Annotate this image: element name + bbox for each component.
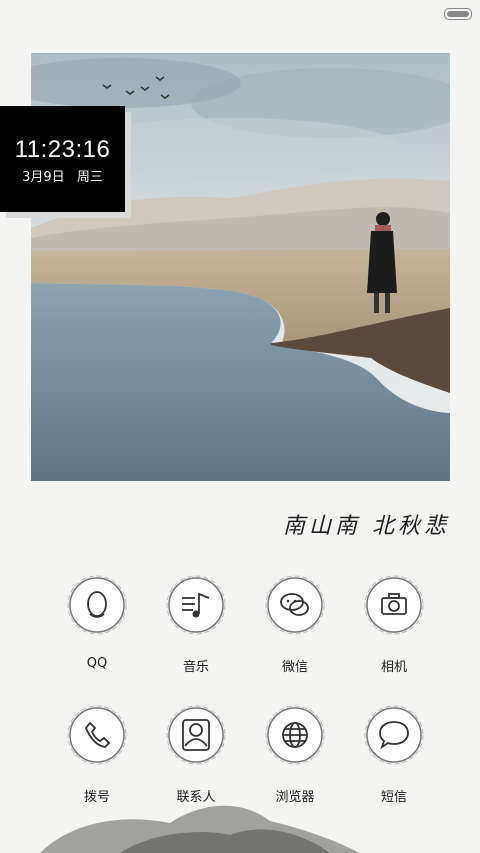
app-camera[interactable]: 相机: [344, 574, 444, 675]
wechat-icon: [264, 574, 326, 636]
app-sms[interactable]: 短信: [344, 704, 444, 805]
phone-icon: [66, 704, 128, 766]
globe-icon: [264, 704, 326, 766]
app-wechat-label: 微信: [281, 660, 308, 675]
app-camera-label: 相机: [380, 660, 407, 675]
app-qq[interactable]: QQ: [47, 574, 147, 671]
app-qq-label: QQ: [86, 656, 108, 671]
app-music-label: 音乐: [182, 660, 209, 675]
poem-text: 南山南 北秋悲: [283, 514, 450, 539]
app-contacts[interactable]: 联系人: [146, 704, 246, 805]
status-bar: [0, 0, 480, 28]
clock-weekday: 周三: [76, 170, 103, 185]
app-music[interactable]: 音乐: [146, 574, 246, 675]
ink-mountain-decoration: [40, 805, 360, 853]
qq-penguin-icon: [66, 574, 128, 636]
clock-date: 3月9日 周三: [0, 166, 125, 185]
app-wechat[interactable]: 微信: [245, 574, 345, 675]
app-phone[interactable]: 拨号: [47, 704, 147, 805]
battery-icon: [444, 8, 472, 20]
message-icon: [363, 704, 425, 766]
contacts-icon: [165, 704, 227, 766]
camera-icon: [363, 574, 425, 636]
music-icon: [165, 574, 227, 636]
app-browser[interactable]: 浏览器: [245, 704, 345, 805]
clock-date-day: 3月9日: [22, 170, 65, 185]
clock-time: 11:23:16: [14, 136, 111, 163]
clock-widget[interactable]: 11:23:16 3月9日 周三: [0, 106, 125, 212]
